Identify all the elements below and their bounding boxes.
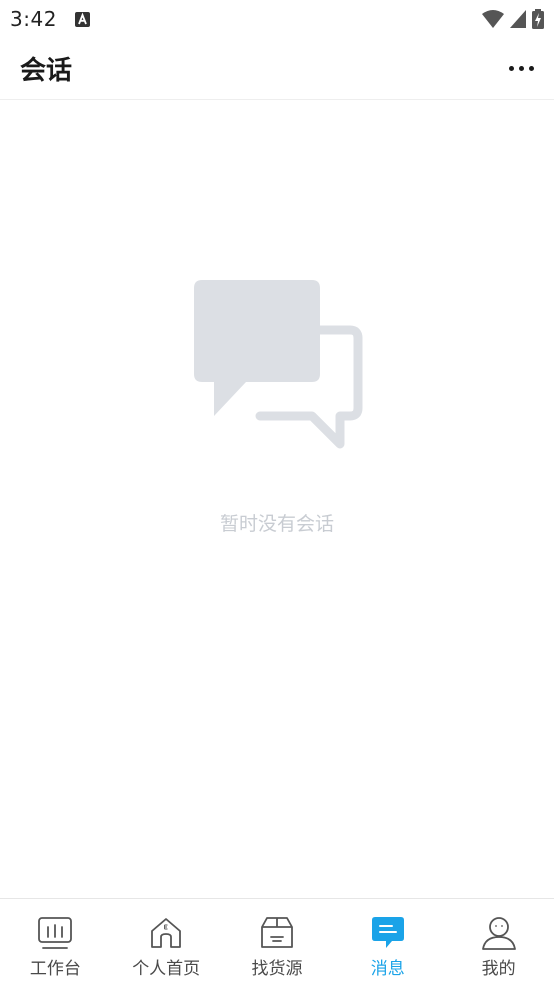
status-time: 3:42 — [10, 7, 57, 31]
status-right — [482, 9, 544, 29]
status-left: 3:42 — [10, 7, 90, 31]
app-header: 会话 — [0, 38, 554, 100]
page-title: 会话 — [20, 56, 73, 86]
home-icon — [151, 918, 182, 948]
nav-label: 找货源 — [251, 959, 303, 979]
nav-item-find-supply[interactable]: 找货源 — [222, 899, 333, 984]
wifi-icon — [482, 10, 504, 28]
bottom-nav: 工作台 个人首页 找货源 消息 我的 — [0, 898, 554, 984]
message-icon — [371, 917, 404, 948]
more-horizontal-icon-dot — [519, 66, 524, 71]
conversation-screen: 3:42 会话 暂时没有会话 工作台 个人首页 找货源 消息 我的 — [0, 0, 554, 984]
a-keyboard-icon — [74, 11, 90, 27]
more-options-button[interactable] — [501, 58, 534, 79]
nav-item-personal-home[interactable]: 个人首页 — [111, 899, 222, 984]
nav-label: 我的 — [481, 959, 516, 979]
dashboard-icon — [38, 917, 73, 949]
nav-item-messages[interactable]: 消息 — [332, 899, 443, 984]
nav-item-mine[interactable]: 我的 — [443, 899, 554, 984]
battery-charging-icon — [532, 9, 544, 29]
user-icon — [481, 917, 516, 950]
nav-label: 工作台 — [29, 959, 81, 979]
more-horizontal-icon-dot — [529, 66, 534, 71]
chat-bubbles-icon — [194, 280, 363, 449]
more-horizontal-icon-dot — [509, 66, 514, 71]
status-bar: 3:42 — [0, 0, 554, 38]
cell-signal-icon — [510, 10, 526, 28]
nav-item-workbench[interactable]: 工作台 — [0, 899, 111, 984]
nav-label: 消息 — [370, 959, 405, 979]
package-box-icon — [261, 917, 293, 948]
nav-label: 个人首页 — [132, 959, 201, 979]
empty-state-message: 暂时没有会话 — [219, 513, 334, 535]
empty-state: 暂时没有会话 — [0, 100, 554, 898]
